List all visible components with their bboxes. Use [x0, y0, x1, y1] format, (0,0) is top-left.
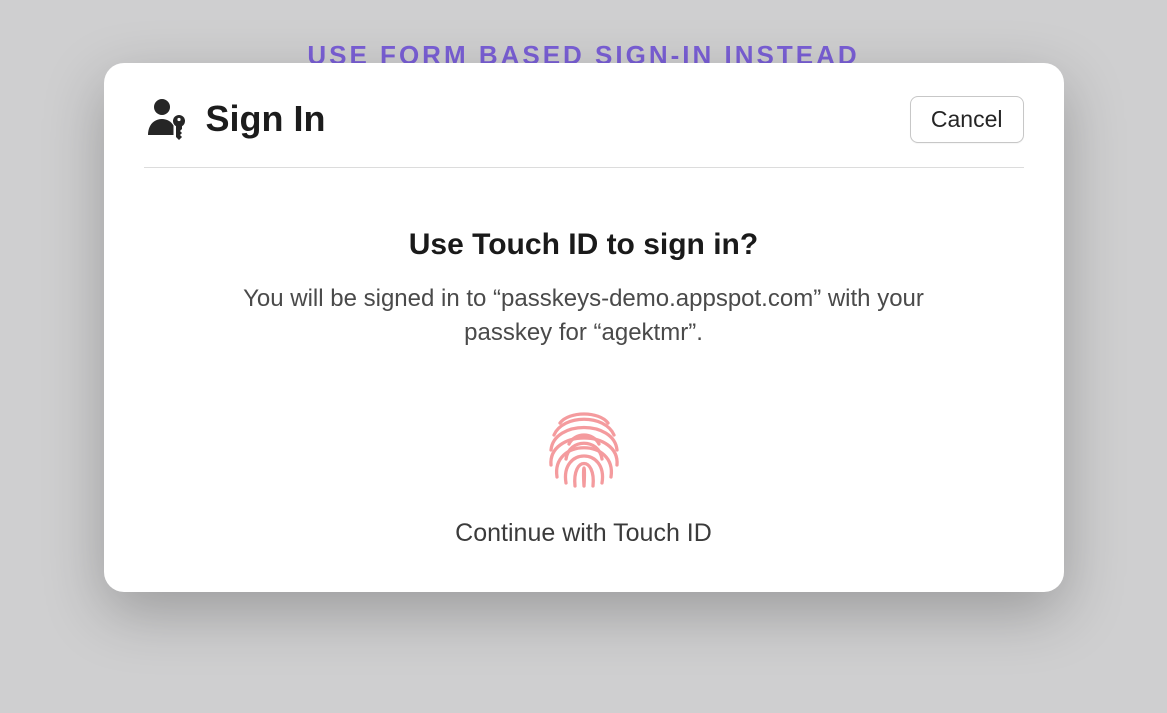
- continue-touchid-label: Continue with Touch ID: [144, 519, 1024, 548]
- dialog-title: Sign In: [206, 98, 326, 140]
- dialog-title-group: Sign In: [144, 95, 326, 143]
- fingerprint-icon[interactable]: [536, 399, 632, 495]
- touchid-prompt-title: Use Touch ID to sign in?: [144, 228, 1024, 262]
- signin-dialog: Sign In Cancel Use Touch ID to sign in? …: [104, 63, 1064, 592]
- passkey-icon: [144, 95, 192, 143]
- dialog-header: Sign In Cancel: [144, 95, 1024, 168]
- cancel-button[interactable]: Cancel: [910, 96, 1024, 143]
- dialog-body: Use Touch ID to sign in? You will be sig…: [144, 168, 1024, 548]
- touchid-prompt-description: You will be signed in to “passkeys-demo.…: [204, 282, 964, 349]
